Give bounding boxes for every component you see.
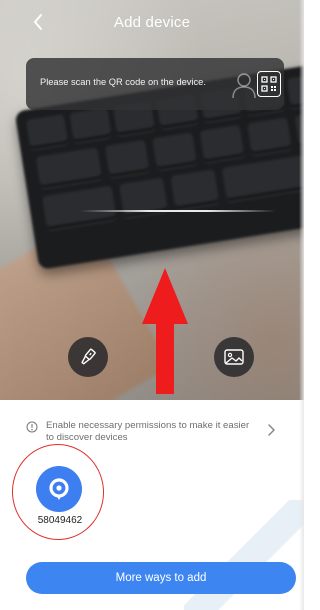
permissions-text: Enable necessary permissions to make it … [46,420,250,443]
image-icon [224,349,244,365]
scan-line [80,210,276,212]
info-icon [26,421,38,433]
qr-code-icon [257,71,281,97]
flashlight-button[interactable] [68,337,108,377]
chevron-right-icon [268,424,275,436]
page-title: Add device [113,14,191,31]
person-silhouette-icon [232,73,256,99]
flashlight-icon [81,348,96,365]
more-ways-to-add-button[interactable]: More ways to add [26,562,296,594]
red-arrow-annotation [142,268,188,394]
screen-edge [299,0,304,610]
scan-hint-text: Please scan the QR code on the device. [40,77,206,87]
scan-hint-banner: Please scan the QR code on the device. [26,58,284,110]
album-button[interactable] [214,337,254,377]
